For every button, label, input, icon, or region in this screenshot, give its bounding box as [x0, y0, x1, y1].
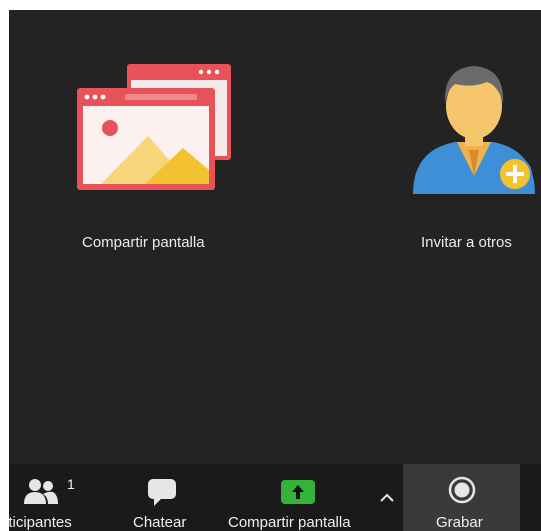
- share-options-caret[interactable]: [373, 464, 401, 531]
- chevron-up-icon: [380, 493, 394, 502]
- participants-button[interactable]: 1 Participantes: [9, 464, 95, 531]
- share-screen-button-label: Compartir pantalla: [228, 514, 351, 531]
- invite-others-label: Invitar a otros: [421, 234, 512, 251]
- people-icon: [24, 479, 58, 504]
- invite-avatar-icon: [413, 66, 535, 194]
- meeting-toolbar: 1 Participantes Chatear Compartir pantal…: [9, 464, 541, 531]
- record-icon: [448, 476, 476, 504]
- share-screen-illustration-icon: [77, 64, 231, 190]
- participants-label: Participantes: [9, 514, 72, 531]
- record-button[interactable]: Grabar: [403, 464, 520, 531]
- invite-others-tile[interactable]: [407, 54, 541, 264]
- share-screen-button[interactable]: Compartir pantalla: [225, 464, 373, 531]
- meeting-window: Compartir pantalla Invitar a otros 1 tic…: [9, 10, 541, 531]
- record-label: Grabar: [436, 514, 483, 531]
- share-screen-label: Compartir pantalla: [82, 234, 205, 251]
- upload-arrow-icon: [281, 480, 315, 504]
- participants-count: 1: [67, 476, 75, 492]
- chat-label: Chatear: [133, 514, 187, 531]
- speech-bubble-icon: [148, 479, 176, 506]
- chat-button[interactable]: Chatear: [123, 464, 203, 531]
